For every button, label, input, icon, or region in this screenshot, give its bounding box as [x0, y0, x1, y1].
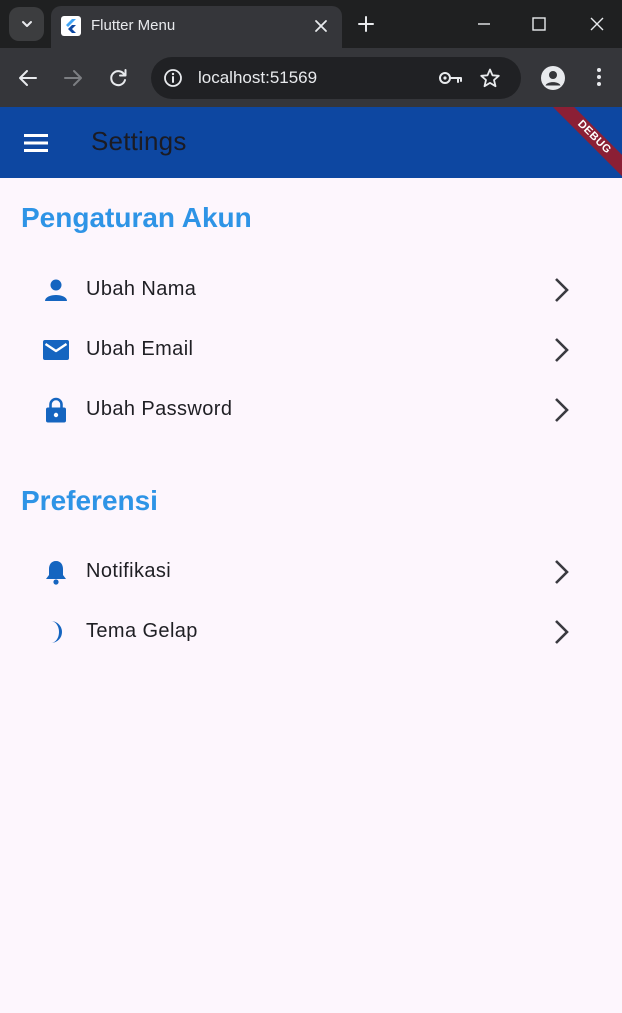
section-title-preferences: Preferensi	[21, 485, 158, 516]
debug-banner: DEBUG	[542, 107, 622, 178]
email-icon	[43, 340, 69, 360]
chevron-down-icon	[21, 21, 32, 27]
address-bar[interactable]: localhost:51569	[151, 57, 521, 99]
close-icon[interactable]	[312, 17, 330, 35]
info-icon[interactable]	[162, 67, 184, 89]
tab-title: Flutter Menu	[91, 17, 176, 34]
key-icon[interactable]	[438, 67, 464, 89]
chevron-right-icon	[555, 560, 569, 584]
browser-toolbar: localhost:51569	[0, 48, 622, 107]
section-title-account: Pengaturan Akun	[21, 202, 252, 233]
browser-tab[interactable]: Flutter Menu	[51, 6, 342, 48]
star-icon[interactable]	[479, 67, 501, 89]
chevron-right-icon	[555, 398, 569, 422]
close-icon[interactable]	[587, 14, 607, 34]
page-title: Settings	[91, 126, 187, 156]
list-item-label: Notifikasi	[86, 560, 172, 582]
list-item-label: Ubah Nama	[86, 278, 197, 300]
browser-tab-strip: Flutter Menu	[0, 0, 622, 48]
kebab-icon[interactable]	[588, 66, 610, 88]
settings-content: Pengaturan Akun Ubah Nama Ubah Email Uba…	[0, 178, 622, 1013]
tab-search-button[interactable]	[9, 7, 44, 41]
list-item-ubah-email[interactable]: Ubah Email	[0, 320, 622, 380]
plus-icon[interactable]	[356, 14, 376, 34]
profile-icon[interactable]	[540, 65, 566, 91]
list-item-ubah-nama[interactable]: Ubah Nama	[0, 260, 622, 320]
reload-icon[interactable]	[107, 67, 129, 89]
list-item-label: Ubah Password	[86, 398, 233, 420]
list-item-tema-gelap[interactable]: Tema Gelap	[0, 602, 622, 662]
app-bar: Settings DEBUG	[0, 107, 622, 178]
minimize-icon[interactable]	[474, 14, 494, 34]
url-text[interactable]: localhost:51569	[198, 68, 317, 88]
list-item-label: Tema Gelap	[86, 620, 198, 642]
moon-icon	[51, 621, 62, 643]
chevron-right-icon	[555, 620, 569, 644]
hamburger-menu-icon[interactable]	[22, 131, 50, 155]
bell-icon	[46, 561, 66, 585]
list-item-ubah-password[interactable]: Ubah Password	[0, 380, 622, 440]
list-item-notifikasi[interactable]: Notifikasi	[0, 542, 622, 602]
person-icon	[45, 279, 67, 301]
chevron-right-icon	[555, 338, 569, 362]
maximize-icon[interactable]	[529, 14, 549, 34]
arrow-right-icon[interactable]	[62, 67, 84, 89]
lock-icon	[46, 397, 66, 423]
flutter-logo-icon	[61, 16, 81, 36]
chevron-right-icon	[555, 278, 569, 302]
list-item-label: Ubah Email	[86, 338, 194, 360]
arrow-left-icon[interactable]	[17, 67, 39, 89]
